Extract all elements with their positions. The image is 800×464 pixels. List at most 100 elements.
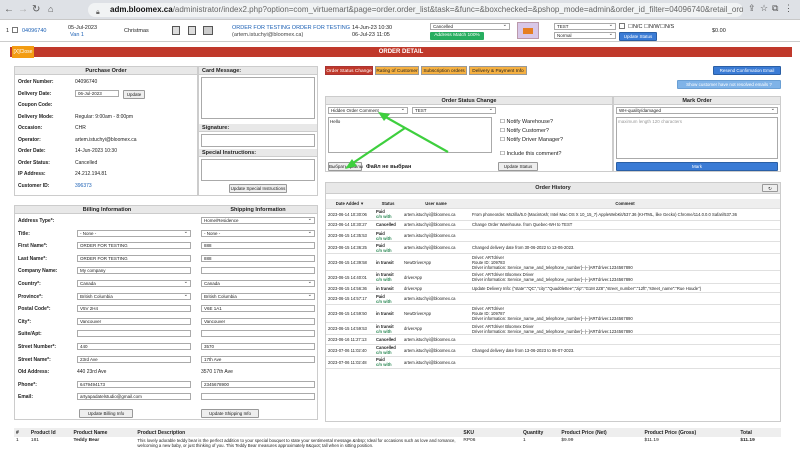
- nw-label: N/W: [648, 24, 660, 30]
- update-shipping-button[interactable]: Update Shipping Info: [201, 409, 259, 418]
- shipping-field[interactable]: 888: [201, 242, 315, 250]
- invoice-icon[interactable]: [188, 26, 196, 35]
- special-instructions-textarea[interactable]: [201, 159, 315, 181]
- choose-file-button[interactable]: Выбрать файлы: [328, 162, 363, 171]
- show-unresolved-emails-button[interactable]: Show customer have not resolved emails ?: [677, 80, 781, 89]
- home-icon[interactable]: ⌂: [48, 4, 53, 14]
- shipping-field[interactable]: Home/Residence: [201, 217, 315, 224]
- delivery-date-input[interactable]: 06-Jul-2023: [75, 89, 119, 97]
- order-id-link[interactable]: 04096740: [22, 28, 46, 34]
- extensions-icon[interactable]: ⧉: [772, 3, 778, 14]
- bookmark-star-icon[interactable]: ☆: [760, 3, 768, 14]
- tab-order-status-change[interactable]: Order Status Change: [325, 66, 373, 75]
- resend-confirmation-button[interactable]: Resend Confirmation Email: [713, 66, 781, 75]
- purchase-order-header: Purchase Order: [15, 67, 197, 75]
- close-button[interactable]: [X]Close: [12, 46, 34, 58]
- update-status-button[interactable]: Update Status: [498, 162, 538, 171]
- billing-field[interactable]: [77, 330, 191, 338]
- history-row: 2023-06-15 14:59:53 in transit c/n with dri…: [326, 322, 780, 336]
- tab-subscription-orders[interactable]: Subscription orders: [421, 66, 467, 75]
- order-comment-textarea[interactable]: Hello: [328, 117, 492, 153]
- billing-field[interactable]: ORDER FOR TESTING: [77, 254, 191, 262]
- billing-field: 440 23rd Ave: [77, 369, 107, 376]
- shipping-field[interactable]: [201, 393, 315, 401]
- notify-customer-checkbox[interactable]: ☐ Notify Customer?: [500, 128, 549, 134]
- mark-comment-textarea[interactable]: maximum length 120 characters: [616, 117, 778, 159]
- billing-field[interactable]: British Columbia: [77, 292, 191, 300]
- shipping-field[interactable]: 2345678900: [201, 380, 315, 388]
- history-column-header[interactable]: Date Added ▼: [326, 199, 374, 209]
- billing-field[interactable]: My company: [77, 267, 191, 275]
- share-icon[interactable]: ⇪: [748, 3, 756, 14]
- history-status-cell: in transit: [374, 283, 402, 294]
- order-status-select[interactable]: Cancelled: [430, 23, 510, 30]
- reload-icon[interactable]: ↻: [32, 4, 40, 15]
- status-test-select[interactable]: TEST: [412, 107, 496, 114]
- order-status-change-panel: Order Status Change Hidden Order Comment…: [325, 96, 613, 172]
- product-qty: 1: [523, 438, 526, 443]
- shipping-field[interactable]: 17th Ave: [201, 355, 315, 363]
- billing-label: Last Name*:: [18, 255, 47, 262]
- customer-id-link[interactable]: 396373: [75, 183, 92, 189]
- nc-label: N/C: [632, 24, 643, 30]
- billing-field[interactable]: V5V 2H4: [77, 305, 191, 313]
- shipping-field[interactable]: British Columbia: [201, 292, 315, 300]
- mark-button[interactable]: Mark: [616, 162, 778, 171]
- ns-checkbox-label[interactable]: ☐N/S: [660, 24, 674, 30]
- po-label: Order Status:: [18, 159, 50, 166]
- notify-driver-checkbox[interactable]: ☐ Notify Driver Manager?: [500, 137, 563, 143]
- update-status-row-button[interactable]: Update Status: [619, 32, 657, 41]
- back-icon[interactable]: ←: [4, 4, 14, 15]
- mark-reason-select[interactable]: WH-quality/damaged: [616, 107, 778, 114]
- include-comment-checkbox[interactable]: ☐ Include this comment?: [500, 151, 562, 157]
- po-label: Coupon Code:: [18, 102, 53, 108]
- update-billing-button[interactable]: Update Billing Info: [79, 409, 133, 418]
- billing-field[interactable]: 440: [77, 343, 191, 350]
- notify-warehouse-checkbox[interactable]: ☐ Notify Warehouse?: [500, 119, 553, 125]
- billing-field[interactable]: Vancouver: [77, 317, 191, 325]
- nc-checkbox-label[interactable]: ☐N/C: [628, 24, 642, 30]
- billing-field[interactable]: 6479494173: [77, 380, 191, 388]
- shipping-field[interactable]: 888: [201, 254, 315, 262]
- test-checkbox[interactable]: [619, 23, 625, 29]
- shipping-field[interactable]: [201, 267, 315, 275]
- nw-checkbox-label[interactable]: ☐N/W: [644, 24, 660, 30]
- card-message-textarea[interactable]: [201, 77, 315, 119]
- shipping-field[interactable]: - None -: [201, 229, 315, 237]
- order-description-link[interactable]: ORDER FOR TESTING ORDER FOR TESTING: [232, 25, 350, 31]
- address-bar[interactable]: 🔒︎ adm.bloomex.ca/administrator/index2.p…: [88, 3, 743, 17]
- shipping-field[interactable]: [201, 330, 315, 338]
- warehouse-select[interactable]: TEST: [554, 23, 616, 30]
- shipping-field[interactable]: Canada: [201, 280, 315, 287]
- menu-dots-icon[interactable]: ⋮: [784, 3, 793, 14]
- update-special-instructions-button[interactable]: Update Special Instructions: [229, 184, 287, 193]
- tab-rating-of-customer[interactable]: Rating of Customer: [375, 66, 419, 75]
- history-status-cell: in transit c/n with: [374, 322, 402, 336]
- edit-icon[interactable]: [203, 26, 213, 35]
- history-comment: From phoneorder. Mozilla/5.0 (Macintosh;…: [470, 208, 780, 221]
- signature-input[interactable]: [201, 134, 315, 147]
- shipping-field[interactable]: 3570: [201, 343, 315, 350]
- billing-field[interactable]: 23rd Ave: [77, 355, 191, 363]
- refresh-icon[interactable]: ↻: [762, 184, 778, 192]
- shipping-field[interactable]: V6E 1A1: [201, 305, 315, 313]
- forward-icon[interactable]: →: [18, 4, 28, 15]
- history-status: in transit: [376, 259, 394, 265]
- history-date: 2023-06-14 10:30:27: [326, 220, 374, 230]
- row-checkbox[interactable]: [12, 27, 18, 33]
- billing-field[interactable]: - None -: [77, 229, 191, 237]
- comment-type-select[interactable]: Hidden Order Comment: [328, 107, 408, 114]
- priority-select[interactable]: Normal: [554, 32, 616, 39]
- van-link[interactable]: Van 1: [70, 32, 84, 38]
- tab-delivery-payment-info[interactable]: Delivery & Payment Info: [469, 66, 527, 75]
- shipping-field[interactable]: Vancouver: [201, 317, 315, 325]
- history-status-cell: Paid c/n with: [374, 208, 402, 221]
- print-icon[interactable]: [172, 26, 180, 35]
- product-column-header: SKU: [461, 428, 522, 437]
- update-delivery-date-button[interactable]: Update: [123, 89, 145, 99]
- history-comment: Change Order Warehouse. from Quebec-WH t…: [470, 220, 780, 230]
- billing-field[interactable]: ORDER FOR TESTING: [77, 242, 191, 250]
- billing-field[interactable]: artyapadatelstudio@gmail.com: [77, 393, 191, 401]
- billing-field[interactable]: Canada: [77, 280, 191, 287]
- product-total: $11.19: [740, 438, 755, 443]
